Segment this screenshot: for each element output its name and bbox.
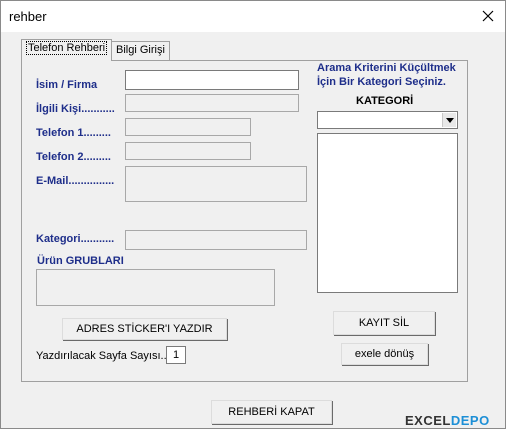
dialog-window: rehber Telefon Rehberi Bilgi Girişi İsim…: [0, 0, 506, 429]
print-sticker-button[interactable]: ADRES STİCKER'I YAZDIR: [62, 318, 227, 340]
product-groups-field[interactable]: [36, 269, 275, 306]
tab-telefon-rehberi[interactable]: Telefon Rehberi: [21, 39, 113, 61]
phone2-label: Telefon 2.........: [36, 151, 111, 163]
tab-label: Telefon Rehberi: [26, 41, 108, 55]
dropdown-arrow[interactable]: [442, 113, 456, 127]
close-button[interactable]: [471, 1, 505, 31]
watermark-logo: EXCELDEPO: [405, 413, 490, 428]
phone1-label: Telefon 1.........: [36, 127, 111, 139]
phone2-field[interactable]: [125, 142, 251, 160]
name-label: İsim / Firma: [36, 79, 98, 91]
name-input[interactable]: [125, 70, 299, 90]
category-label: Kategori...........: [36, 233, 115, 245]
product-groups-label: Ürün GRUBLARI: [37, 255, 124, 267]
close-icon: [482, 10, 494, 22]
watermark-part1: EXCEL: [405, 413, 451, 428]
watermark-part2: DEPO: [450, 413, 490, 428]
phone1-field[interactable]: [125, 118, 251, 136]
window-title: rehber: [9, 9, 47, 24]
hint-line2: İçin Bir Kategori Seçiniz.: [317, 76, 446, 88]
pages-label: Yazdırılacak Sayfa Sayısı...: [36, 350, 170, 362]
category-field[interactable]: [125, 230, 307, 250]
contact-label: İlgili Kişi...........: [36, 103, 115, 115]
hint-line1: Arama Kriterini Küçültmek: [317, 62, 456, 74]
email-field[interactable]: [125, 166, 307, 202]
category-heading: KATEGORİ: [356, 95, 414, 107]
category-listbox[interactable]: [317, 133, 458, 293]
email-label: E-Mail...............: [36, 175, 115, 187]
tab-label: Bilgi Girişi: [116, 44, 165, 56]
contact-field[interactable]: [125, 94, 299, 112]
back-to-excel-button[interactable]: exele dönüş: [341, 343, 428, 365]
category-dropdown[interactable]: [317, 111, 458, 129]
pages-input[interactable]: 1: [166, 346, 186, 364]
tab-bilgi-girisi[interactable]: Bilgi Girişi: [111, 41, 170, 60]
title-bar: rehber: [1, 1, 505, 32]
chevron-down-icon: [446, 118, 454, 123]
close-directory-button[interactable]: REHBERİ KAPAT: [211, 400, 332, 424]
delete-record-button[interactable]: KAYIT SİL: [333, 311, 435, 335]
